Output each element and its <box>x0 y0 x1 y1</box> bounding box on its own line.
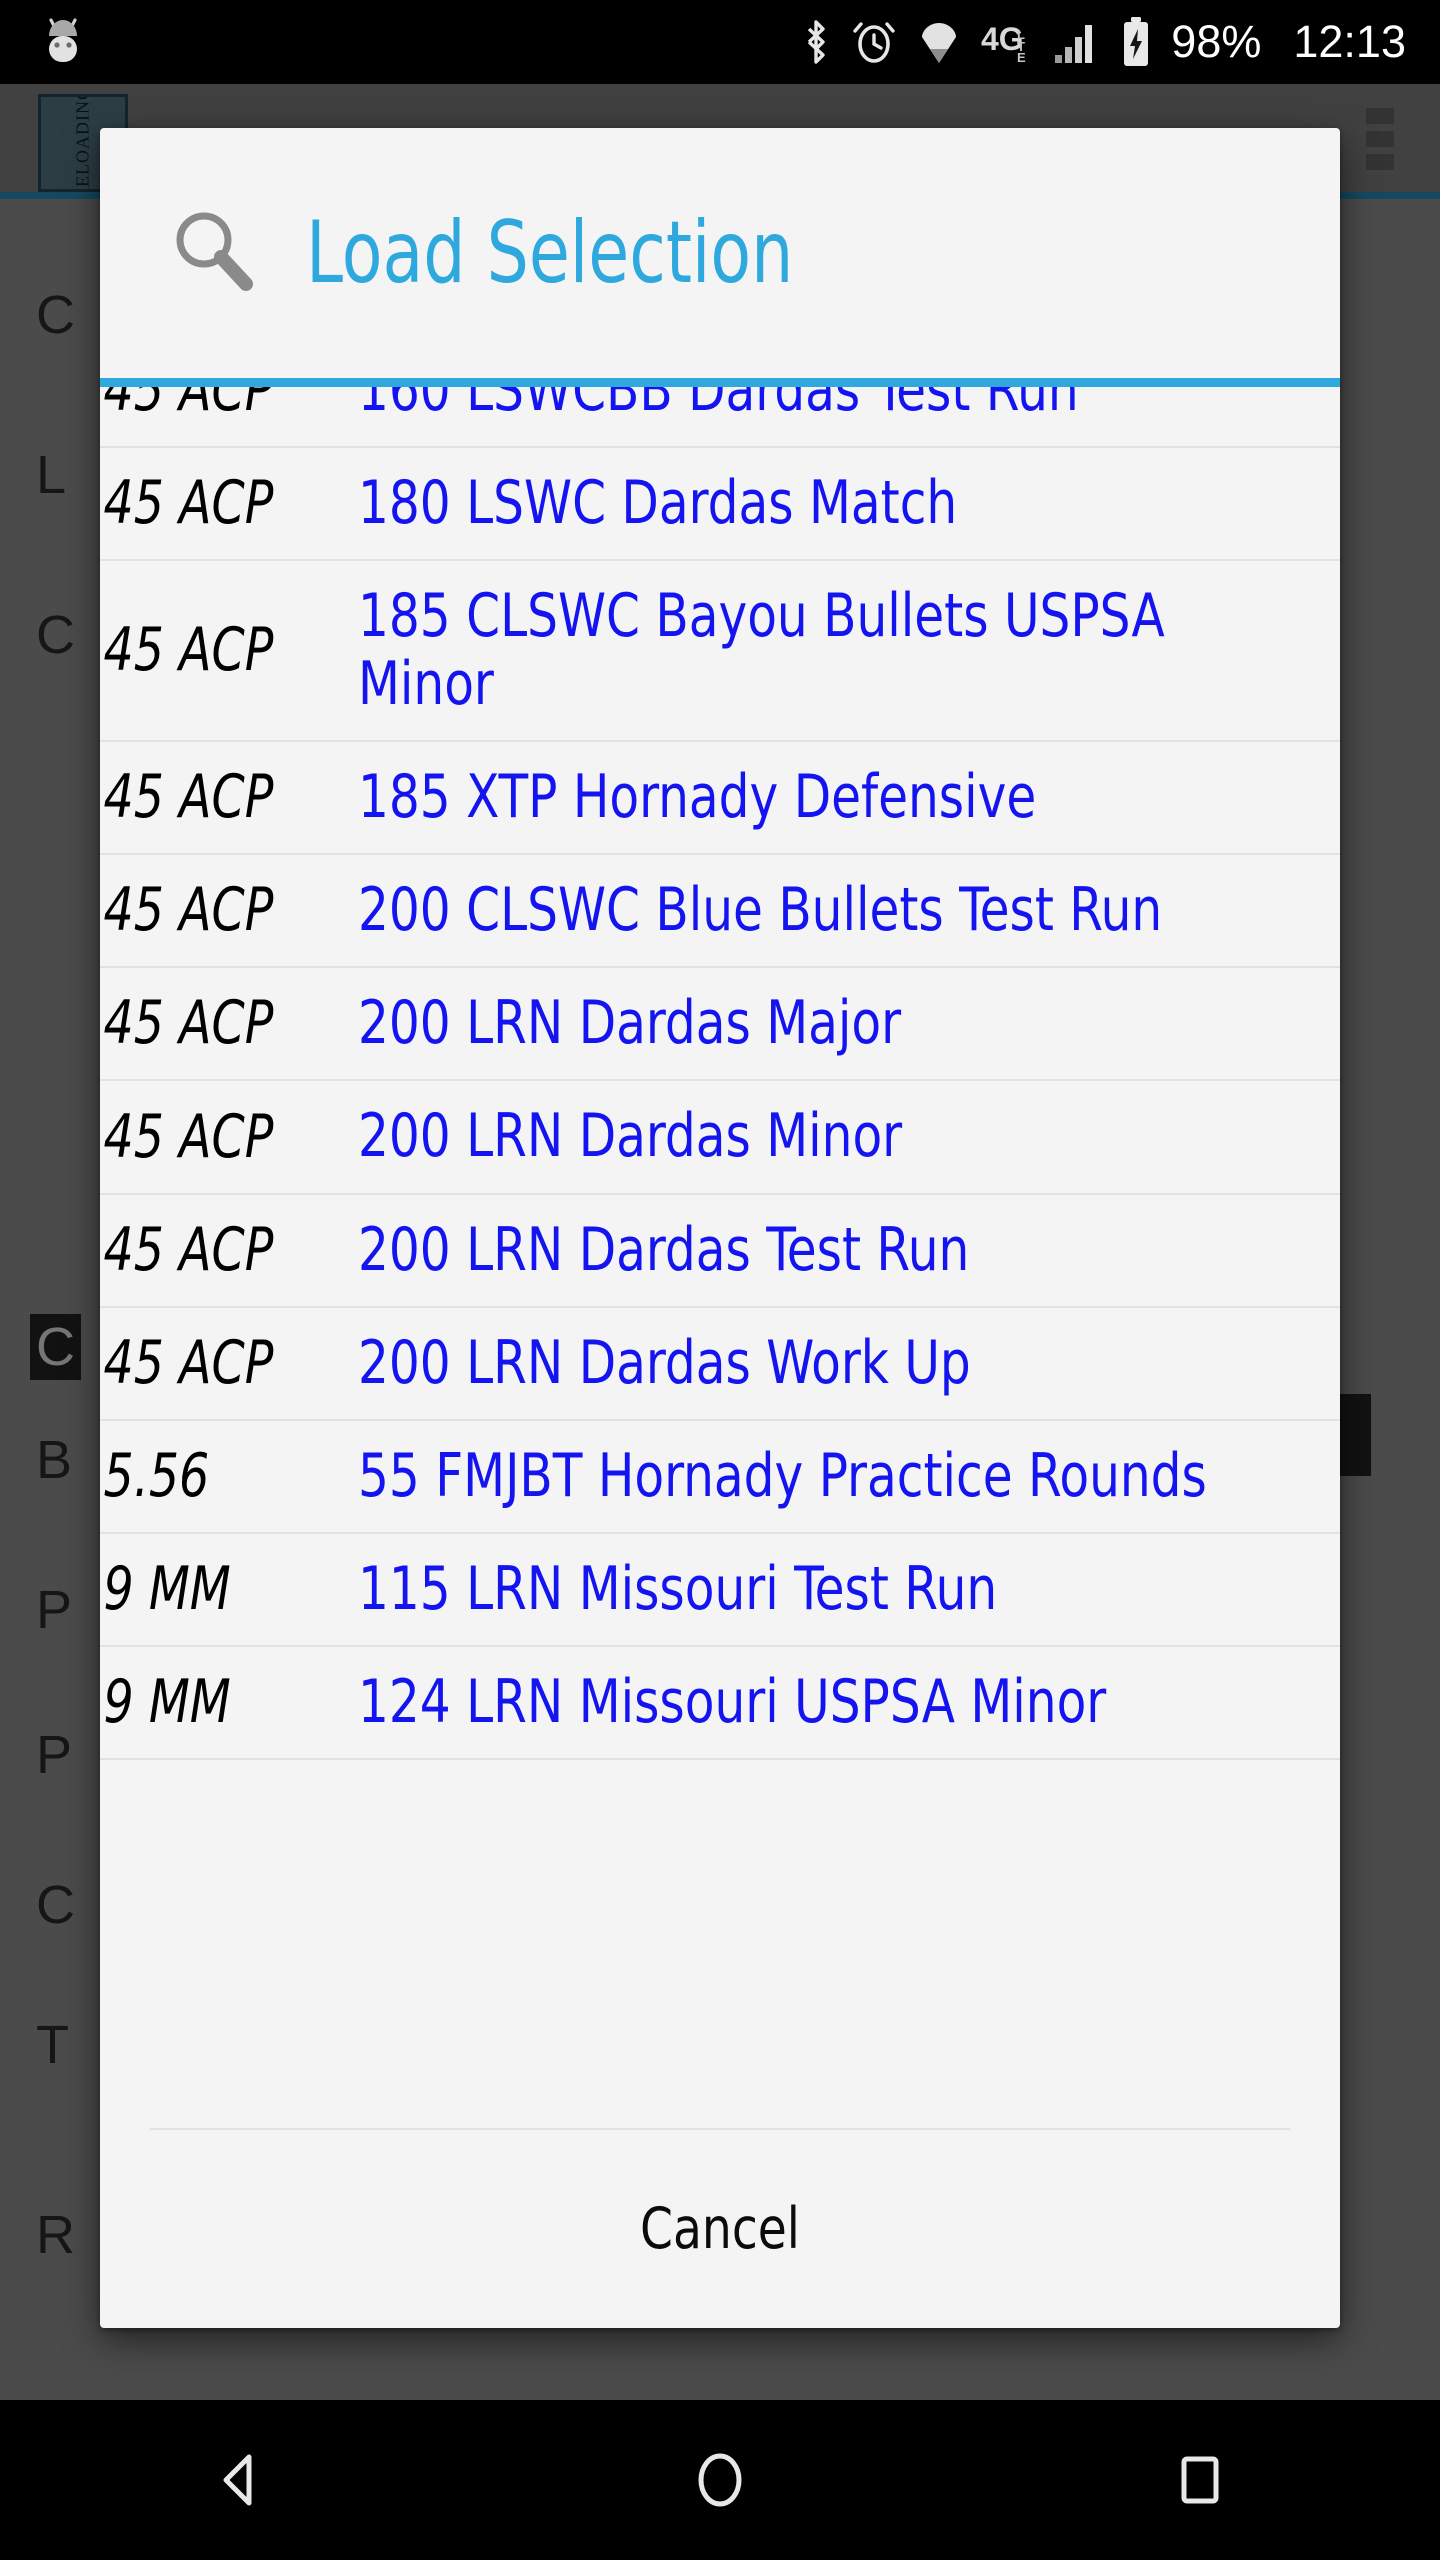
load-item-name: 180 LSWC Dardas Match <box>358 470 1242 537</box>
dialog-header: Load Selection <box>100 128 1340 378</box>
load-item-name: 185 XTP Hornady Defensive <box>358 764 1242 831</box>
load-item-name: 200 LRN Dardas Minor <box>358 1103 1242 1170</box>
load-item-caliber: 5.56 <box>100 1444 327 1509</box>
load-list-item[interactable]: 45 ACP 200 LRN Dardas Major <box>100 968 1340 1081</box>
status-bar-left <box>0 14 86 70</box>
dialog-title: Load Selection <box>306 210 793 296</box>
load-item-name: 185 CLSWC Bayou Bullets USPSA Minor <box>358 583 1242 717</box>
load-item-caliber: 45 ACP <box>100 1218 327 1283</box>
load-list-inner: 45 ACP 160 LSWCBB Dardas Test Run 45 ACP 18… <box>100 387 1340 1760</box>
load-list-item[interactable]: 45 ACP 200 CLSWC Blue Bullets Test Run <box>100 855 1340 968</box>
android-robot-icon <box>40 14 86 70</box>
battery-percent-label: 98% <box>1171 0 1261 84</box>
load-list-item[interactable]: 45 ACP 200 LRN Dardas Test Run <box>100 1195 1340 1308</box>
load-list-item[interactable]: 45 ACP 200 LRN Dardas Work Up <box>100 1308 1340 1421</box>
load-list-item[interactable]: 45 ACP 185 XTP Hornady Defensive <box>100 742 1340 855</box>
phone-screen: 4G L T E <box>0 0 1440 2560</box>
load-list-item[interactable]: 45 ACP 180 LSWC Dardas Match <box>100 448 1340 561</box>
recents-icon[interactable] <box>1100 2400 1300 2560</box>
load-list-item[interactable]: 5.56 55 FMJBT Hornady Practice Rounds <box>100 1421 1340 1534</box>
load-item-caliber: 45 ACP <box>100 878 327 943</box>
load-item-name: 200 CLSWC Blue Bullets Test Run <box>358 877 1242 944</box>
load-item-name: 160 LSWCBB Dardas Test Run <box>358 387 1242 424</box>
load-list-item[interactable]: 9 MM 124 LRN Missouri USPSA Minor <box>100 1647 1340 1760</box>
dialog-title-divider <box>100 378 1340 387</box>
battery-charging-icon <box>1119 15 1153 69</box>
load-item-caliber: 45 ACP <box>100 387 327 423</box>
search-icon <box>166 204 260 303</box>
alarm-icon <box>851 16 897 68</box>
load-item-caliber: 45 ACP <box>100 471 327 536</box>
load-list-item[interactable]: 45 ACP 200 LRN Dardas Minor <box>100 1081 1340 1194</box>
android-nav-bar <box>0 2400 1440 2560</box>
load-list-item[interactable]: 9 MM 115 LRN Missouri Test Run <box>100 1534 1340 1647</box>
load-list-item[interactable]: 45 ACP 160 LSWCBB Dardas Test Run <box>100 387 1340 448</box>
4g-lte-icon: 4G L T E <box>981 17 1031 67</box>
load-item-name: 115 LRN Missouri Test Run <box>358 1556 1242 1623</box>
bluetooth-icon <box>799 16 833 68</box>
load-item-caliber: 45 ACP <box>100 991 327 1056</box>
load-item-caliber: 45 ACP <box>100 765 327 830</box>
home-icon[interactable] <box>620 2400 820 2560</box>
status-bar-clock: 12:13 <box>1293 0 1406 84</box>
load-list-item[interactable]: 45 ACP 185 CLSWC Bayou Bullets USPSA Mino… <box>100 561 1340 741</box>
load-item-name: 124 LRN Missouri USPSA Minor <box>358 1669 1242 1736</box>
svg-text:E: E <box>1017 50 1026 65</box>
load-item-name: 55 FMJBT Hornady Practice Rounds <box>358 1443 1242 1510</box>
status-bar-right: 4G L T E <box>799 0 1440 84</box>
back-icon[interactable] <box>140 2400 340 2560</box>
load-selection-dialog: Load Selection 45 ACP 160 LSWCBB Dardas T… <box>100 128 1340 2328</box>
load-item-caliber: 9 MM <box>100 1557 327 1622</box>
load-item-caliber: 45 ACP <box>100 1105 327 1170</box>
load-list[interactable]: 45 ACP 160 LSWCBB Dardas Test Run 45 ACP 18… <box>100 387 1340 2128</box>
wifi-icon <box>915 17 963 67</box>
load-item-name: 200 LRN Dardas Major <box>358 990 1242 1057</box>
load-item-caliber: 9 MM <box>100 1670 327 1735</box>
cancel-button[interactable]: Cancel <box>150 2128 1291 2328</box>
status-bar: 4G L T E <box>0 0 1440 84</box>
load-item-caliber: 45 ACP <box>100 618 327 683</box>
cellular-signal-icon <box>1049 17 1101 67</box>
load-item-caliber: 45 ACP <box>100 1331 327 1396</box>
load-item-name: 200 LRN Dardas Work Up <box>358 1330 1242 1397</box>
load-item-name: 200 LRN Dardas Test Run <box>358 1217 1242 1284</box>
